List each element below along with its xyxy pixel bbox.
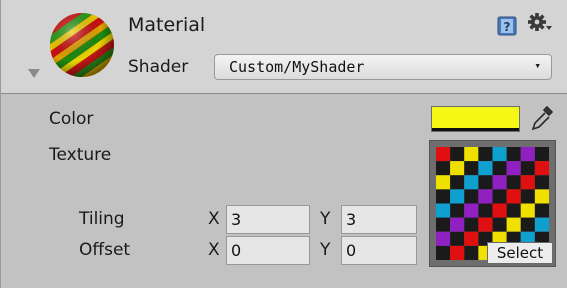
shader-dropdown[interactable]: Custom/MyShader ▾ [214, 54, 552, 80]
gear-icon[interactable] [527, 12, 553, 34]
eyedropper-icon[interactable] [529, 104, 555, 134]
texture-label: Texture [49, 145, 112, 165]
tiling-x-field[interactable]: 3 [226, 205, 310, 234]
svg-text:?: ? [504, 20, 511, 34]
material-title: Material [128, 14, 206, 36]
tiling-y-field[interactable]: 3 [341, 205, 417, 234]
chevron-down-icon: ▾ [534, 59, 541, 72]
offset-y-field[interactable]: 0 [341, 236, 417, 265]
shader-value: Custom/MyShader [229, 58, 365, 76]
foldout-arrow-icon[interactable] [27, 66, 41, 80]
offset-x-label: X [208, 240, 220, 260]
material-inspector: Material ? Shader Custom/MyShader ▾ Colo… [0, 0, 567, 288]
tiling-y-label: Y [320, 209, 331, 229]
material-preview-sphere [50, 13, 114, 77]
tiling-label: Tiling [79, 209, 125, 229]
offset-label: Offset [79, 240, 131, 260]
tiling-x-label: X [208, 209, 220, 229]
shader-label: Shader [128, 57, 189, 77]
help-book-icon[interactable]: ? [497, 16, 517, 36]
color-label: Color [49, 109, 94, 129]
offset-y-label: Y [320, 240, 331, 260]
offset-x-field[interactable]: 0 [226, 236, 310, 265]
color-field[interactable] [431, 106, 520, 132]
texture-slot[interactable]: Select [429, 140, 556, 267]
material-header: Material ? Shader Custom/MyShader ▾ [1, 0, 567, 94]
select-button[interactable]: Select [487, 242, 553, 264]
